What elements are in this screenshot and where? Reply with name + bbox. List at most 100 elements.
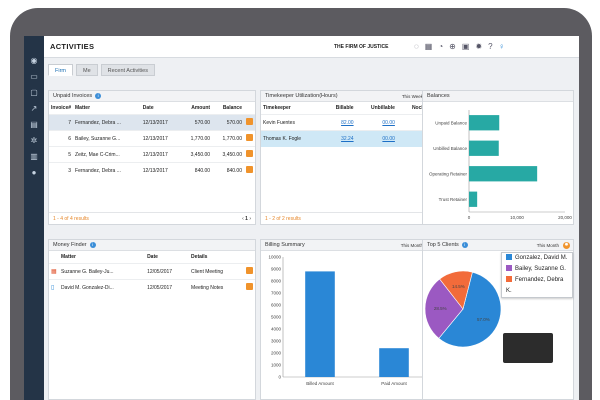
- column-header[interactable]: Unbillable: [356, 102, 397, 115]
- legend-item[interactable]: Bailey, Suzanne G.: [502, 264, 572, 275]
- chat-icon[interactable]: ◌: [414, 41, 419, 52]
- toolbar: ◌ ▦ ◔ ⊕ ▣ ✹ ? ♀: [414, 41, 505, 52]
- monitor-icon[interactable]: ▢: [24, 86, 44, 100]
- tick-label: 0: [468, 215, 471, 220]
- column-header[interactable]: Date: [145, 251, 189, 264]
- billing-chart: 0 1000 2000 3000 4000 5000 6000 7000 8000 9000 100…: [268, 255, 431, 386]
- tick-label: 7000: [271, 291, 282, 296]
- info-icon[interactable]: i: [95, 92, 102, 99]
- page-number: 1: [245, 216, 248, 222]
- invoice-number: 7: [49, 114, 74, 131]
- chart-icon[interactable]: ↗: [24, 102, 44, 116]
- invoice-number: 6: [49, 130, 74, 147]
- column-header[interactable]: Billable: [323, 102, 355, 115]
- tick-label: 10,000: [510, 215, 524, 220]
- gears-icon[interactable]: ✲: [24, 134, 44, 148]
- money-finder-table: Matter Date Details ▦ Suzanne G. Bailey-…: [49, 251, 255, 296]
- column-header[interactable]: Matter: [59, 251, 145, 264]
- edit-icon[interactable]: [246, 134, 253, 141]
- invoice-number: 3: [49, 162, 74, 179]
- tick-label: 3000: [271, 339, 282, 344]
- billable-link[interactable]: 32.24: [323, 130, 356, 147]
- column-header[interactable]: Invoice#: [49, 102, 73, 115]
- panel-title: Top 5 Clients: [427, 242, 459, 248]
- billable-link[interactable]: 82.00: [323, 114, 356, 131]
- category-label: Operating Retainer: [429, 171, 468, 176]
- column-header[interactable]: Balance: [212, 102, 244, 115]
- column-header[interactable]: Timekeeper: [261, 102, 323, 115]
- table-row[interactable]: 3 Fernandez, Debra ... 12/13/2017 840.00…: [49, 162, 255, 179]
- column-header[interactable]: Matter: [73, 102, 141, 115]
- side-nav: ◉ ▭ ▢ ↗ ▤ ✲ ▥ ●: [24, 36, 44, 400]
- table-row[interactable]: ▯ David M. Gonzalez-Di... 12/05/2017 Mee…: [49, 279, 255, 296]
- add-icon[interactable]: ⊕: [449, 41, 456, 52]
- table-row[interactable]: 5 Zeitz, Mae C-Crim... 12/13/2017 3,450.…: [49, 146, 255, 163]
- info-icon[interactable]: i: [461, 241, 468, 248]
- gear-icon[interactable]: ✹: [475, 41, 482, 52]
- unbillable-link[interactable]: 00.00: [355, 130, 397, 147]
- matter-cell: Fernandez, Debra ...: [73, 162, 141, 179]
- range-label[interactable]: This Month: [537, 240, 559, 251]
- date-cell: 12/05/2017: [145, 263, 190, 280]
- bar: [305, 271, 335, 377]
- bar-chart-icon[interactable]: ▥: [24, 150, 44, 164]
- edit-icon[interactable]: [246, 118, 253, 125]
- tab-firm[interactable]: Firm: [48, 64, 73, 76]
- panel-header: Top 5 Clients i This Month ✹: [423, 240, 573, 251]
- timer-icon[interactable]: ◔: [438, 41, 443, 52]
- money-finder-panel: Money Finder i Matter Date Details ▦ Suza…: [48, 239, 256, 400]
- table-row[interactable]: Thomas K. Fogle 32.24 00.00 00.00: [261, 130, 437, 147]
- legend-label: Gonzalez, David M.: [515, 255, 568, 261]
- edit-icon[interactable]: [246, 283, 253, 291]
- legend-item[interactable]: Fernandez, Debra: [502, 275, 572, 286]
- legend-item: K.: [502, 286, 572, 297]
- table-row[interactable]: ▦ Suzanne G. Bailey-Ju... 12/05/2017 Cli…: [49, 263, 255, 280]
- lightbulb-icon[interactable]: ♀: [499, 41, 505, 52]
- dashboard-icon[interactable]: ◉: [24, 54, 44, 68]
- chart-tools-popup[interactable]: [503, 333, 553, 363]
- unbillable-link[interactable]: 00.00: [355, 114, 397, 131]
- unpaid-invoices-panel: Unpaid Invoices i Invoice# Matter Date Am…: [48, 90, 256, 225]
- table-row[interactable]: 6 Bailey, Suzanne G... 12/13/2017 1,770.…: [49, 130, 255, 147]
- film-icon[interactable]: ▣: [462, 41, 470, 52]
- calculator-icon[interactable]: ▦: [425, 41, 433, 52]
- edit-icon[interactable]: [246, 150, 253, 157]
- column-header[interactable]: Amount: [180, 102, 212, 115]
- edit-icon[interactable]: [246, 267, 253, 274]
- category-label: Paid Amount: [381, 381, 407, 386]
- tick-label: 6000: [271, 303, 282, 308]
- panel-title: Billing Summary: [265, 242, 305, 248]
- category-label: Billed Amount: [306, 381, 334, 386]
- tick-label: 8000: [271, 279, 282, 284]
- column-header[interactable]: Details: [189, 251, 244, 264]
- info-icon[interactable]: i: [89, 241, 96, 248]
- balance-cell: 570.00: [212, 114, 244, 131]
- edit-icon[interactable]: [246, 166, 253, 174]
- date-cell: 12/13/2017: [140, 130, 181, 147]
- legend-label: Bailey, Suzanne G.: [515, 266, 566, 272]
- matter-cell: Zeitz, Mae C-Crim...: [73, 146, 141, 163]
- legend-item[interactable]: Gonzalez, David M.: [502, 253, 572, 264]
- range-label[interactable]: This Month: [401, 240, 423, 251]
- pager[interactable]: ‹ 1 ›: [242, 213, 251, 225]
- tick-label: 5000: [271, 315, 282, 320]
- details-cell: Meeting Notes: [189, 279, 244, 296]
- table-row[interactable]: Kevin Fuentes 82.00 00.00 00.00: [261, 114, 437, 131]
- amount-cell: 1,770.00: [180, 130, 213, 147]
- range-label[interactable]: This Week: [402, 91, 423, 102]
- tab-recent-activities[interactable]: Recent Activities: [100, 64, 155, 76]
- book-icon[interactable]: ▤: [24, 118, 44, 132]
- date-cell: 12/05/2017: [145, 279, 190, 296]
- page-title: ACTIVITIES: [50, 42, 95, 51]
- column-header[interactable]: Date: [141, 102, 180, 115]
- settings-icon[interactable]: ✹: [563, 242, 570, 249]
- legend-label: Fernandez, Debra: [515, 277, 564, 283]
- date-cell: 12/13/2017: [140, 114, 181, 131]
- user-icon[interactable]: ●: [24, 166, 44, 180]
- billing-summary-panel: Billing SummaryThis Month✹ 0100020003000…: [260, 239, 438, 400]
- help-icon[interactable]: ?: [488, 41, 492, 52]
- details-cell: Client Meeting: [189, 263, 244, 280]
- folder-icon[interactable]: ▭: [24, 70, 44, 84]
- table-row[interactable]: 7 Fernandez, Debra ... 12/13/2017 570.00…: [49, 114, 255, 131]
- tab-me[interactable]: Me: [76, 64, 98, 76]
